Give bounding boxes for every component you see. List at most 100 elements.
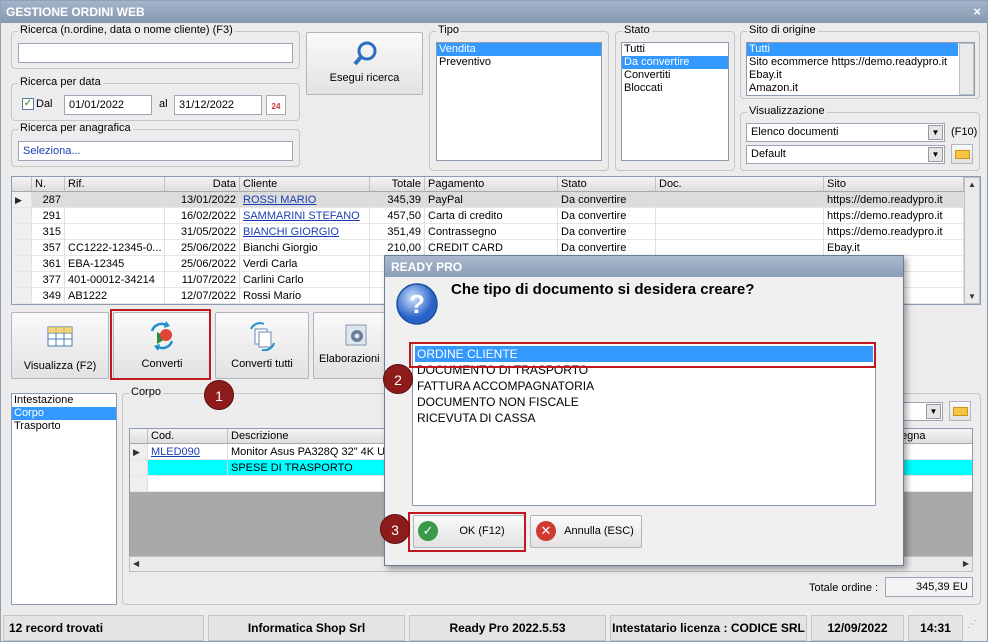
order-cell[interactable]: 291 [32, 208, 65, 224]
section-item[interactable]: Trasporto [12, 420, 116, 433]
corpo-code-link[interactable]: MLED090 [151, 446, 200, 458]
close-icon[interactable]: × [973, 4, 981, 19]
date-to-input[interactable]: 31/12/2022 [174, 95, 262, 115]
folder-icon[interactable] [949, 401, 971, 421]
resize-grip-icon[interactable]: ⋰ [967, 619, 977, 630]
order-cell[interactable]: https://demo.readypro.it [824, 224, 964, 240]
search-button[interactable]: Esegui ricerca [306, 32, 423, 95]
orders-scrollbar[interactable]: ▲ ▼ [964, 177, 980, 304]
order-cell[interactable]: Da convertire [558, 192, 656, 208]
order-cell[interactable]: 401-00012-34214 [65, 272, 165, 288]
order-cell[interactable]: 210,00 [370, 240, 425, 256]
folder-icon[interactable] [951, 144, 973, 164]
column-header[interactable]: Rif. [65, 177, 165, 192]
order-cell[interactable]: Ebay.it [824, 240, 964, 256]
order-cell[interactable]: CREDIT CARD [425, 240, 558, 256]
stato-item[interactable]: Bloccati [622, 82, 728, 95]
registry-search-input[interactable]: Seleziona... [18, 141, 293, 161]
corpo-cell[interactable] [148, 460, 228, 476]
order-cell[interactable]: AB1222 [65, 288, 165, 304]
order-cell[interactable]: PayPal [425, 192, 558, 208]
order-cell[interactable]: 11/07/2022 [165, 272, 240, 288]
layout-combo[interactable]: Default ▼ [746, 145, 945, 164]
sito-item[interactable]: Sito ecommerce https://demo.readypro.it [747, 56, 974, 69]
scroll-right-icon[interactable]: ▶ [963, 559, 969, 568]
sections-list[interactable]: Intestazione Corpo Trasporto [11, 393, 117, 605]
corpo-cell[interactable]: MLED090 [148, 444, 228, 460]
customer-link[interactable]: ROSSI MARIO [243, 194, 316, 206]
order-cell[interactable] [656, 240, 824, 256]
order-cell[interactable]: 12/07/2022 [165, 288, 240, 304]
order-cell[interactable] [656, 208, 824, 224]
column-header[interactable]: Doc. [656, 177, 824, 192]
scroll-left-icon[interactable]: ◀ [133, 559, 139, 568]
order-cell[interactable]: https://demo.readypro.it [824, 208, 964, 224]
column-header[interactable]: Cod. [148, 429, 228, 444]
tipo-item[interactable]: Preventivo [437, 56, 601, 69]
elaborazioni-button[interactable]: Elaborazioni [313, 312, 385, 379]
order-cell[interactable]: Bianchi Giorgio [240, 240, 370, 256]
date-checkbox[interactable]: ✓ [22, 98, 34, 110]
document-type-item[interactable]: DOCUMENTO NON FISCALE [413, 394, 875, 410]
order-cell[interactable] [65, 192, 165, 208]
order-cell[interactable]: 349 [32, 288, 65, 304]
date-from-input[interactable]: 01/01/2022 [64, 95, 152, 115]
order-cell[interactable] [656, 192, 824, 208]
order-cell[interactable] [65, 224, 165, 240]
cancel-button[interactable]: ✕ Annulla (ESC) [530, 515, 642, 548]
sito-scrollbar[interactable] [959, 43, 974, 95]
order-cell[interactable]: Contrassegno [425, 224, 558, 240]
column-header[interactable]: Cliente [240, 177, 370, 192]
order-cell[interactable]: 361 [32, 256, 65, 272]
order-cell[interactable]: Verdi Carla [240, 256, 370, 272]
calendar-icon[interactable]: 24 [266, 95, 286, 115]
column-header[interactable]: N. [32, 177, 65, 192]
document-type-item[interactable]: FATTURA ACCOMPAGNATORIA [413, 378, 875, 394]
order-cell[interactable]: 31/05/2022 [165, 224, 240, 240]
order-cell[interactable]: Rossi Mario [240, 288, 370, 304]
section-item[interactable]: Corpo [12, 407, 116, 420]
order-cell[interactable]: Da convertire [558, 240, 656, 256]
order-cell[interactable]: SAMMARINI STEFANO [240, 208, 370, 224]
column-header[interactable]: Pagamento [425, 177, 558, 192]
order-cell[interactable]: 13/01/2022 [165, 192, 240, 208]
section-item[interactable]: Intestazione [12, 394, 116, 407]
order-cell[interactable]: CC1222-12345-0... [65, 240, 165, 256]
stato-list[interactable]: Tutti Da convertire Convertiti Bloccati [621, 42, 729, 161]
customer-link[interactable]: BIANCHI GIORGIO [243, 226, 339, 238]
sito-item[interactable]: Tutti [747, 43, 958, 56]
tipo-item[interactable]: Vendita [437, 43, 601, 56]
sito-list[interactable]: Tutti Sito ecommerce https://demo.readyp… [746, 42, 975, 96]
order-cell[interactable]: ROSSI MARIO [240, 192, 370, 208]
column-header[interactable]: egna [898, 429, 972, 444]
tipo-list[interactable]: Vendita Preventivo [436, 42, 602, 161]
customer-link[interactable]: SAMMARINI STEFANO [243, 210, 360, 222]
order-cell[interactable]: 345,39 [370, 192, 425, 208]
order-cell[interactable]: 357 [32, 240, 65, 256]
stato-item[interactable]: Tutti [622, 43, 728, 56]
scroll-up-icon[interactable]: ▲ [968, 180, 976, 189]
order-cell[interactable] [656, 224, 824, 240]
column-header[interactable]: Data [165, 177, 240, 192]
order-cell[interactable]: EBA-12345 [65, 256, 165, 272]
order-cell[interactable]: BIANCHI GIORGIO [240, 224, 370, 240]
order-cell[interactable]: Carlini Carlo [240, 272, 370, 288]
scroll-down-icon[interactable]: ▼ [968, 292, 976, 301]
order-cell[interactable] [65, 208, 165, 224]
sito-item[interactable]: Amazon.it [747, 82, 974, 95]
stato-item[interactable]: Da convertire [622, 56, 728, 69]
order-cell[interactable]: 25/06/2022 [165, 240, 240, 256]
column-header[interactable]: Stato [558, 177, 656, 192]
order-cell[interactable]: Da convertire [558, 208, 656, 224]
column-header[interactable]: Sito [824, 177, 964, 192]
view-combo[interactable]: Elenco documenti ▼ [746, 123, 945, 142]
column-header[interactable]: Totale [370, 177, 425, 192]
order-cell[interactable]: 25/06/2022 [165, 256, 240, 272]
order-cell[interactable]: 377 [32, 272, 65, 288]
stato-item[interactable]: Convertiti [622, 69, 728, 82]
order-cell[interactable]: https://demo.readypro.it [824, 192, 964, 208]
order-cell[interactable]: Da convertire [558, 224, 656, 240]
visualizza-button[interactable]: Visualizza (F2) [11, 312, 109, 379]
document-type-item[interactable]: RICEVUTA DI CASSA [413, 410, 875, 426]
converti-tutti-button[interactable]: Converti tutti [215, 312, 309, 379]
